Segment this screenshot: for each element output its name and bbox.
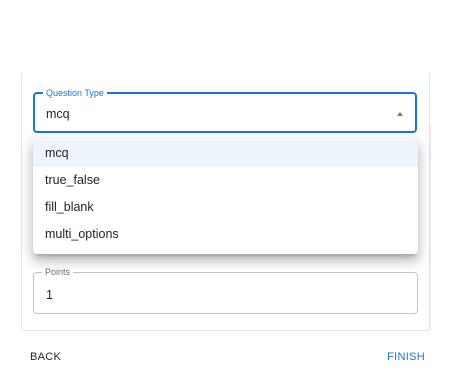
question-type-select[interactable]: Question Type mcq <box>33 87 417 133</box>
question-type-value: mcq <box>46 107 70 121</box>
card-edge <box>430 124 449 331</box>
points-input[interactable]: Points 1 <box>33 266 418 314</box>
arrow-up-icon[interactable] <box>397 112 403 116</box>
question-type-menu: mcq true_false fill_blank multi_options <box>33 139 418 254</box>
points-label: Points <box>42 266 74 278</box>
menu-item-mcq[interactable]: mcq <box>33 140 418 167</box>
question-type-label: Question Type <box>43 87 107 99</box>
back-button[interactable]: BACK <box>30 350 61 364</box>
menu-item-multi-options[interactable]: multi_options <box>33 221 418 248</box>
finish-button[interactable]: FINISH <box>387 350 425 364</box>
points-value[interactable]: 1 <box>46 287 53 303</box>
menu-item-fill-blank[interactable]: fill_blank <box>33 194 418 221</box>
menu-item-true-false[interactable]: true_false <box>33 167 418 194</box>
